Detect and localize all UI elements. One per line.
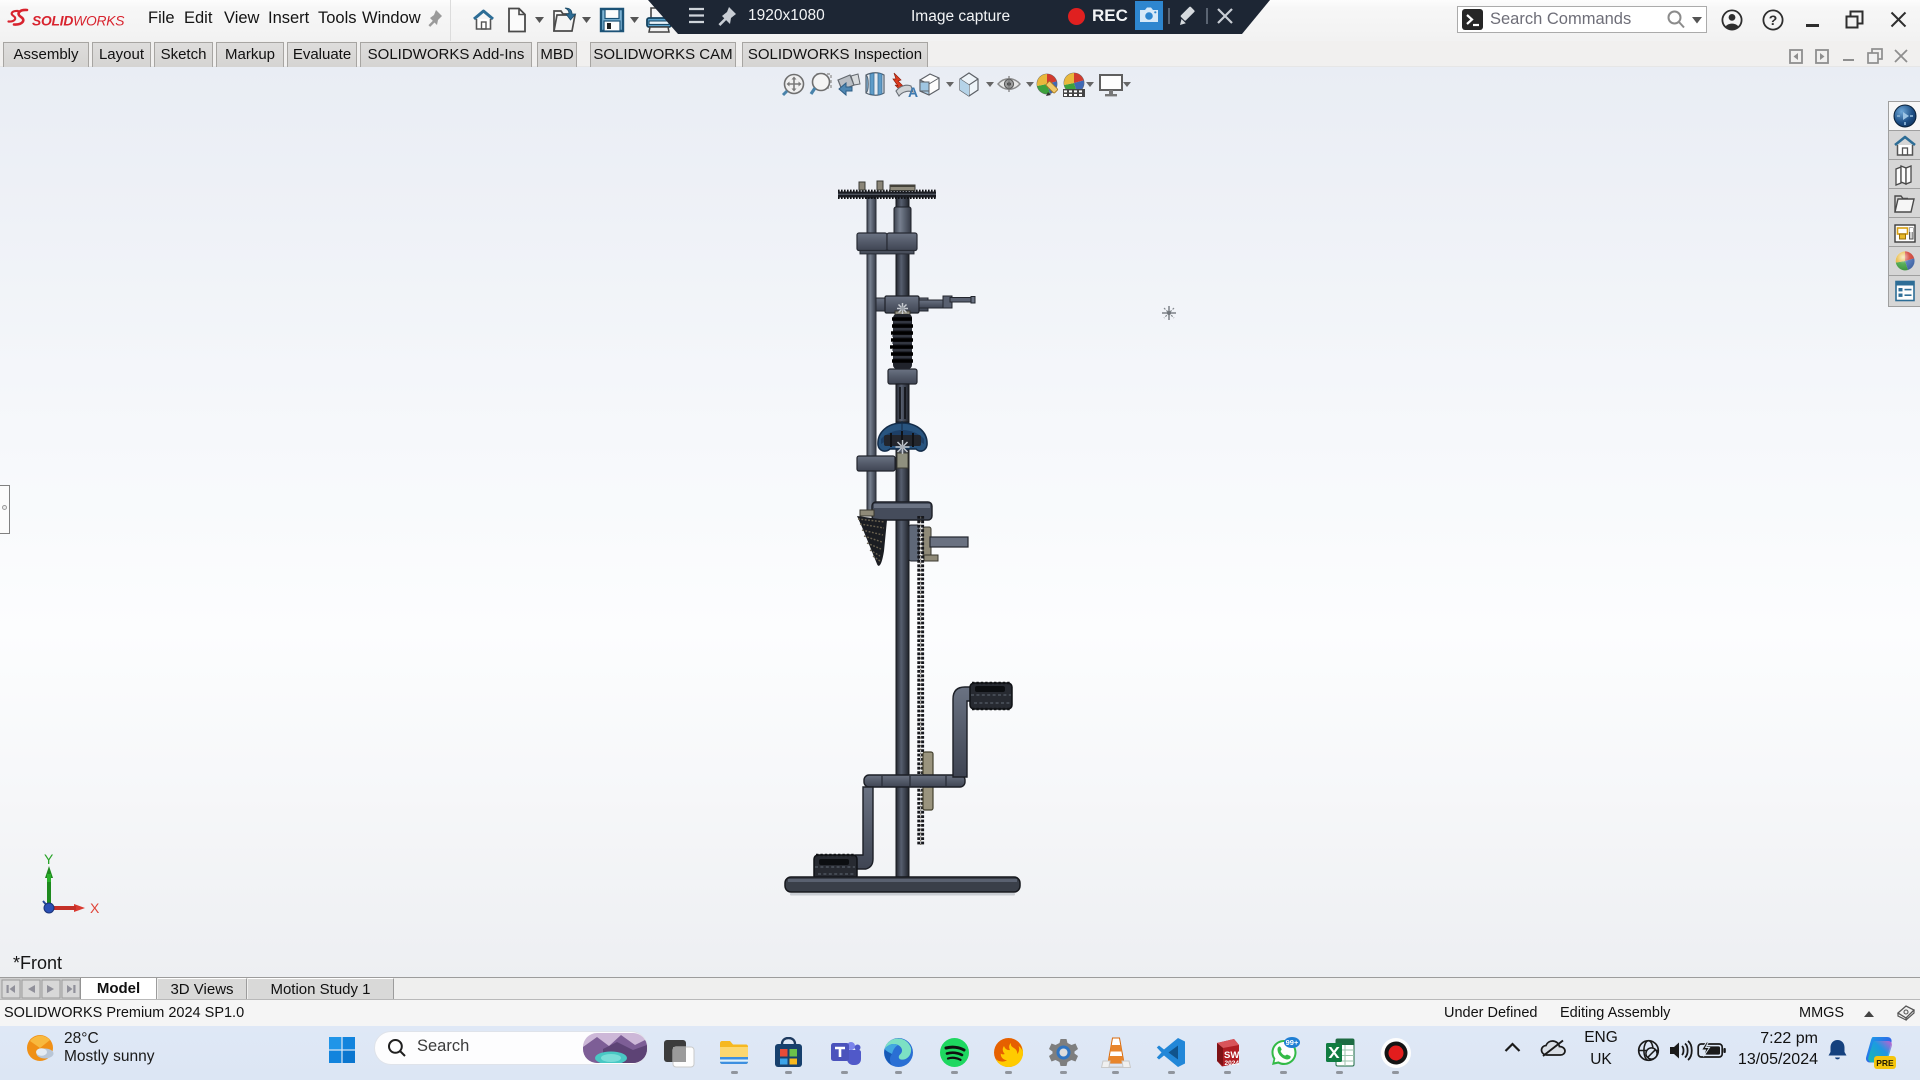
svg-text:A: A (908, 84, 918, 100)
svg-text:99+: 99+ (1286, 1038, 1299, 1047)
svg-text:2024: 2024 (1225, 1060, 1240, 1067)
svg-text:?: ? (1769, 12, 1778, 28)
svg-text:PRE: PRE (1876, 1058, 1894, 1068)
svg-text:Y: Y (44, 851, 54, 867)
svg-text:SOLIDWORKS: SOLIDWORKS (32, 14, 125, 29)
svg-text:X: X (90, 900, 100, 914)
